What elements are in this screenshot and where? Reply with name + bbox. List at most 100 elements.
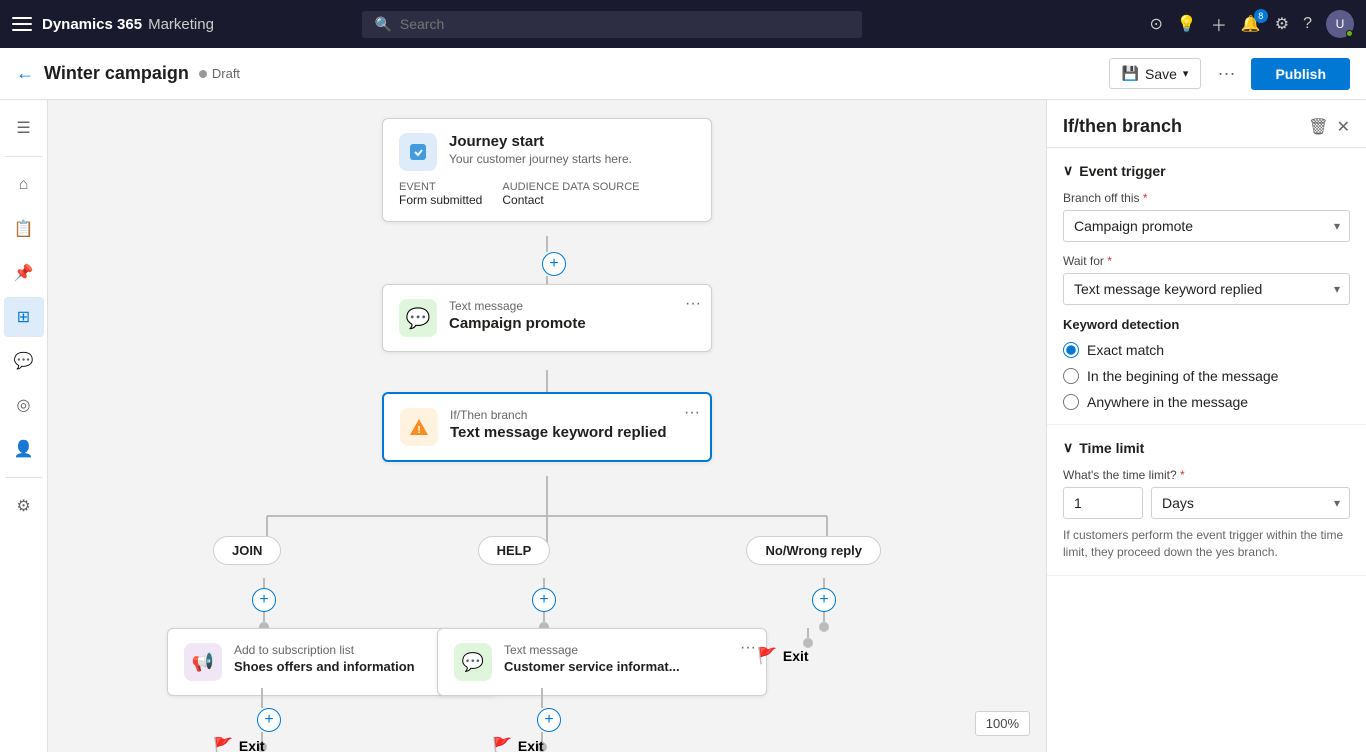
add-button-help[interactable]: + [532,588,556,612]
help-action-title: Customer service informat... [504,659,750,674]
help-action-card[interactable]: 💬 Text message Customer service informat… [437,628,767,696]
time-limit-input[interactable] [1063,487,1143,519]
help-action-icon: 💬 [454,643,492,681]
zoom-badge: 100% [975,711,1030,736]
avatar-status-dot [1346,30,1353,37]
time-limit-chevron: ∨ [1063,439,1073,456]
radio-anywhere-input[interactable] [1063,394,1079,410]
add-button-wrong[interactable]: + [812,588,836,612]
time-limit-hint: If customers perform the event trigger w… [1063,527,1350,561]
event-trigger-label: Event trigger [1079,163,1165,179]
panel-header: If/then branch 🗑 ✕ [1047,100,1366,148]
add-button-join-exit[interactable]: + [257,708,281,732]
radio-anywhere[interactable]: Anywhere in the message [1063,394,1350,410]
branch-label-help: HELP [478,536,551,565]
more-button[interactable]: ··· [1209,59,1243,88]
help-exit-node: 🚩 Exit [492,736,544,752]
sidebar-item-recent[interactable]: 📋 [4,209,44,249]
help-icon[interactable]: ? [1303,15,1312,33]
back-button[interactable]: ← [16,63,34,84]
ifthen-menu[interactable]: ··· [684,404,700,422]
ifthen-title: Text message keyword replied [450,424,694,441]
add-button-help-exit[interactable]: + [537,708,561,732]
branch-off-select-wrap: Campaign promoteJourney start ▾ [1063,210,1350,242]
wait-for-select-wrap: Text message keyword repliedEmail opened… [1063,273,1350,305]
radio-beginning-label: In the begining of the message [1087,368,1278,384]
gear-icon[interactable]: ⚙ [1275,14,1289,34]
notifications-icon[interactable]: 🔔 8 [1241,14,1261,34]
sidebar: ☰ ⌂ 📋 📌 ⊞ 💬 ◎ 👤 ⚙ [0,100,48,752]
wait-for-select[interactable]: Text message keyword repliedEmail opened… [1063,273,1350,305]
sidebar-item-journeys[interactable]: ⊞ [4,297,44,337]
join-action-icon: 📢 [184,643,222,681]
sidebar-item-messages[interactable]: 💬 [4,341,44,381]
add-join: + [252,578,276,632]
help-exit-label: Exit [518,738,544,752]
wrong-exit-flag: 🚩 [757,646,777,666]
event-trigger-header[interactable]: ∨ Event trigger [1063,162,1350,179]
ifthen-label: If/Then branch [450,408,694,422]
branch-off-required: * [1143,191,1148,205]
add-wrong: + [812,578,836,632]
add-button-join[interactable]: + [252,588,276,612]
brand: Dynamics 365 Marketing [42,16,214,33]
time-unit-select[interactable]: DaysHoursMinutes [1151,487,1350,519]
help-exit-flag: 🚩 [492,736,512,752]
save-button[interactable]: 💾 Save ▾ [1109,58,1202,89]
publish-button[interactable]: Publish [1251,58,1350,90]
journey-start-card[interactable]: Journey start Your customer journey star… [382,118,712,222]
join-exit-label: Exit [239,738,265,752]
text-message-menu[interactable]: ··· [685,295,701,313]
secondnav-actions: 💾 Save ▾ ··· Publish [1109,58,1350,90]
add-icon[interactable]: ＋ [1211,12,1227,36]
sidebar-item-pinned[interactable]: 📌 [4,253,44,293]
draft-dot [199,70,207,78]
save-chevron-icon: ▾ [1183,67,1189,80]
time-limit-question-label: What's the time limit? * [1063,468,1350,482]
text-message-card[interactable]: 💬 Text message Campaign promote ··· [382,284,712,352]
time-limit-required: * [1180,468,1185,482]
help-action-menu[interactable]: ··· [740,639,756,657]
keyword-detection-radios: Exact match In the begining of the messa… [1063,342,1350,410]
wait-for-label: Wait for * [1063,254,1350,268]
radio-exact[interactable]: Exact match [1063,342,1350,358]
keyword-detection-label: Keyword detection [1063,317,1350,332]
search-input[interactable] [400,16,851,32]
sidebar-item-menu[interactable]: ☰ [4,108,44,148]
time-limit-header[interactable]: ∨ Time limit [1063,439,1350,456]
time-limit-section: ∨ Time limit What's the time limit? * Da… [1047,425,1366,576]
secondnav: ← Winter campaign Draft 💾 Save ▾ ··· Pub… [0,48,1366,100]
radio-exact-input[interactable] [1063,342,1079,358]
join-exit-node: 🚩 Exit [213,736,265,752]
settings-icon[interactable]: ⊙ [1149,14,1162,34]
radio-beginning[interactable]: In the begining of the message [1063,368,1350,384]
sidebar-item-home[interactable]: ⌂ [4,165,44,205]
branch-off-select[interactable]: Campaign promoteJourney start [1063,210,1350,242]
brand-app: Marketing [148,16,214,33]
grid-menu-button[interactable] [12,14,32,34]
search-bar[interactable]: 🔍 [362,11,862,38]
branch-labels-row: JOIN HELP No/Wrong reply [167,536,927,565]
lightbulb-icon[interactable]: 💡 [1177,14,1197,34]
topnav-icons: ⊙ 💡 ＋ 🔔 8 ⚙ ? U [1149,10,1354,38]
sidebar-item-settings[interactable]: ⚙ [4,486,44,526]
radio-beginning-input[interactable] [1063,368,1079,384]
panel-close-icon[interactable]: ✕ [1337,117,1350,137]
topnav: Dynamics 365 Marketing 🔍 ⊙ 💡 ＋ 🔔 8 ⚙ ? U [0,0,1366,48]
wrong-exit-node: 🚩 Exit [757,646,809,666]
ifthen-card[interactable]: ! If/Then branch Text message keyword re… [382,392,712,462]
sidebar-item-contacts[interactable]: 👤 [4,429,44,469]
radio-exact-label: Exact match [1087,342,1164,358]
right-panel: If/then branch 🗑 ✕ ∨ Event trigger Branc… [1046,100,1366,752]
wait-for-required: * [1107,254,1112,268]
sidebar-item-segments[interactable]: ◎ [4,385,44,425]
panel-title: If/then branch [1063,116,1182,137]
ifthen-node: ! If/Then branch Text message keyword re… [382,392,712,462]
avatar[interactable]: U [1326,10,1354,38]
panel-header-icons: 🗑 ✕ [1308,117,1350,137]
journey-start-icon [399,133,437,171]
help-action-node: 💬 Text message Customer service informat… [437,628,647,696]
panel-delete-icon[interactable]: 🗑 [1308,117,1328,137]
add-button-1[interactable]: + [542,252,566,276]
time-unit-select-wrap: DaysHoursMinutes ▾ [1151,487,1350,519]
